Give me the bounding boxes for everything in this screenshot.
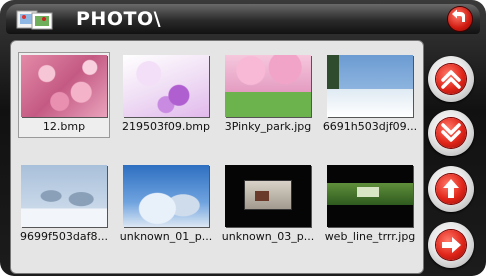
thumbnail-image [327, 165, 413, 227]
back-arrow-icon [452, 9, 465, 22]
file-thumbnail[interactable]: unknown_01_p... [120, 163, 212, 247]
page-up-button[interactable] [428, 56, 474, 102]
title-bar: PHOTO\ [6, 4, 480, 34]
thumbnail-image [21, 55, 107, 117]
file-name: unknown_01_p... [119, 230, 213, 243]
file-thumbnail[interactable]: web_line_trrr.jpg [325, 163, 415, 247]
file-thumbnail[interactable]: unknown_03_p... [222, 163, 314, 247]
thumbnail-image [123, 55, 209, 117]
right-arrow-icon [442, 237, 461, 253]
file-name: 12.bmp [42, 120, 86, 133]
file-thumbnail[interactable]: 3Pinky_park.jpg [223, 53, 313, 137]
double-chevron-down-icon [441, 123, 461, 142]
page-down-button[interactable] [428, 110, 474, 156]
file-thumbnail[interactable]: 12.bmp [18, 52, 110, 138]
thumbnail-image [225, 165, 311, 227]
up-folder-button[interactable] [428, 166, 474, 212]
file-name: unknown_03_p... [221, 230, 315, 243]
file-name: 3Pinky_park.jpg [224, 120, 312, 133]
file-name: 6691h503djf09... [322, 120, 418, 133]
page-title: PHOTO\ [76, 8, 162, 30]
up-arrow-icon [443, 179, 459, 198]
next-button[interactable] [428, 222, 474, 268]
device-frame: PHOTO\ 12.bmp 219503f09.bmp 3Pinky_park.… [0, 0, 486, 276]
thumbnail-image [327, 55, 413, 117]
file-thumbnail[interactable]: 219503f09.bmp [121, 53, 211, 137]
thumbnail-image [123, 165, 209, 227]
file-thumbnail[interactable]: 6691h503djf09... [323, 53, 417, 137]
file-name: web_line_trrr.jpg [324, 230, 416, 243]
file-grid-panel: 12.bmp 219503f09.bmp 3Pinky_park.jpg 669… [10, 40, 424, 274]
file-name: 9699f503daf8... [20, 230, 108, 243]
back-button[interactable] [448, 7, 472, 31]
thumbnail-image [21, 165, 107, 227]
double-chevron-up-icon [441, 70, 461, 89]
photo-folder-icon [16, 10, 53, 30]
file-name: 219503f09.bmp [121, 120, 211, 133]
file-thumbnail[interactable]: 9699f503daf8... [19, 163, 109, 247]
thumbnail-image [225, 55, 311, 117]
